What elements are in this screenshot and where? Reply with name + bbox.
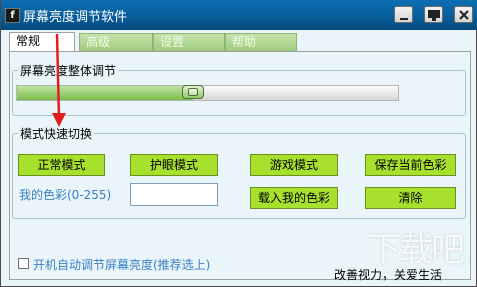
brightness-group-title: 屏幕亮度整体调节 [18,62,119,79]
brightness-slider-thumb[interactable] [182,85,204,99]
watermark-logo: 下载吧 [367,230,465,270]
close-icon [459,10,469,20]
tab-settings[interactable]: 设置 [153,33,225,51]
brightness-slider-fill [17,86,193,100]
close-button[interactable] [454,6,473,23]
tab-general[interactable]: 常规 [9,32,75,52]
minimize-button[interactable] [394,6,413,23]
mode-group-title: 模式快速切换 [18,125,95,142]
normal-mode-button[interactable]: 正常模式 [18,154,105,176]
restore-button[interactable] [424,6,443,23]
my-color-label: 我的色彩(0-255) [19,188,112,202]
autostart-label[interactable]: 开机自动调节屏幕亮度(推荐选上) [33,256,210,273]
eye-care-mode-button[interactable]: 护眼模式 [130,154,218,176]
load-color-button[interactable]: 载入我的色彩 [250,187,338,209]
autostart-checkbox[interactable] [18,258,29,269]
tab-advanced[interactable]: 高级 [79,33,153,51]
window-title: 屏幕亮度调节软件 [23,10,128,25]
tab-help[interactable]: 帮助 [225,33,297,51]
app-icon: f [5,8,20,23]
brightness-slider[interactable] [16,85,399,101]
title-bar[interactable]: f 屏幕亮度调节软件 [1,0,477,30]
app-window: f 屏幕亮度调节软件 常规 高级 设置 帮助 屏幕亮度整体调节 模式快速切换 正… [0,0,477,287]
save-color-button[interactable]: 保存当前色彩 [365,154,456,176]
restore-icon [428,10,440,21]
slider-grip-icon [188,88,198,96]
my-color-input[interactable] [130,183,218,206]
minimize-icon [400,18,408,20]
game-mode-button[interactable]: 游戏模式 [250,154,338,176]
clear-button[interactable]: 清除 [365,187,456,209]
